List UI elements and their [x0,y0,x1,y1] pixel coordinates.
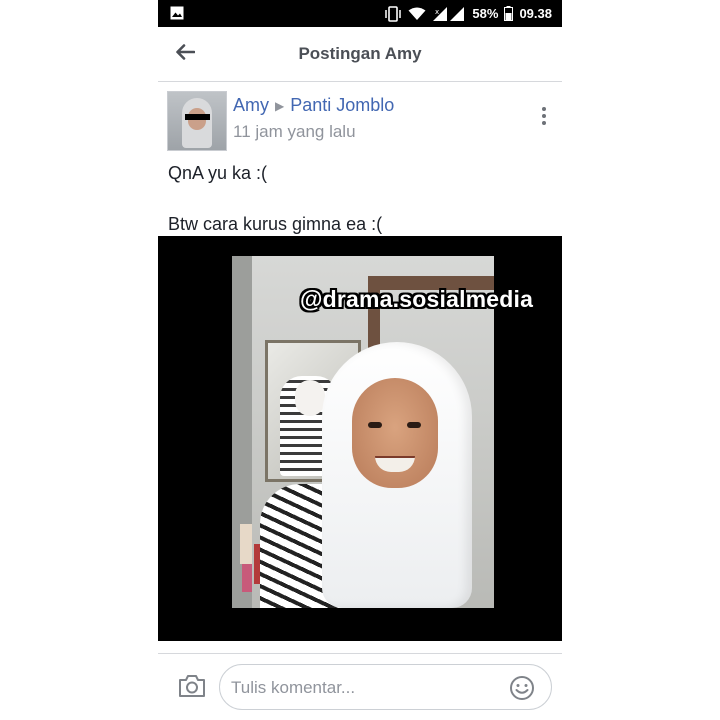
signal-icon: x [432,6,466,22]
post-text-line-2: Btw cara kurus gimna ea :( [168,214,383,234]
emoji-button[interactable] [509,675,535,701]
group-name-link[interactable]: Panti Jomblo [290,95,394,116]
camera-icon [178,675,206,703]
image-icon [170,6,184,20]
author-name-link[interactable]: Amy [233,95,269,116]
clock: 09.38 [519,6,552,21]
battery-percent: 58% [472,6,499,21]
camera-button[interactable] [178,673,206,699]
comment-placeholder: Tulis komentar... [231,678,356,697]
page-title: Postingan Amy [298,44,422,63]
post-options-button[interactable] [534,104,554,128]
triangle-right-icon: ▶ [275,98,285,113]
divider [158,653,562,654]
svg-text:x: x [435,8,439,16]
post-author-line: Amy ▶ Panti Jomblo [233,95,394,116]
post-photo[interactable]: @drama.sosialmedia [158,236,562,641]
comment-input[interactable]: Tulis komentar... [219,664,552,710]
smiley-icon [509,676,535,705]
app-header: Postingan Amy [158,27,562,82]
post-text-line-1: QnA yu ka :( [168,163,268,183]
battery-icon [504,6,514,21]
facebook-mobile-screen: x 58% 09.38 Postingan Amy Amy ▶ Panti Jo… [158,0,562,720]
wifi-icon [408,7,426,21]
avatar[interactable] [167,91,227,151]
vibrate-icon [384,5,402,22]
status-bar: x 58% 09.38 [158,0,562,27]
watermark-text: @drama.sosialmedia [300,286,534,312]
vertical-dots-icon [542,107,546,111]
post-timestamp[interactable]: 11 jam yang lalu [233,122,356,142]
